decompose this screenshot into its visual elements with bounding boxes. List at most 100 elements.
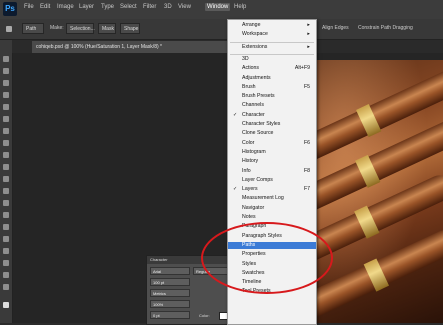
menu-help[interactable]: Help (232, 3, 248, 11)
window-menu-item-brush[interactable]: Brush F5 (228, 84, 316, 91)
submenu-arrow-icon: ▸ (307, 22, 310, 28)
window-menu-item-notes[interactable]: Notes (228, 214, 316, 221)
path-select-tool-icon[interactable] (3, 248, 9, 254)
constrain-path-checkbox[interactable]: Constrain Path Dragging (358, 25, 413, 31)
menu-item-label: Layer Comps (242, 176, 273, 183)
window-menu-item-layer-comps[interactable]: Layer Comps (228, 177, 316, 184)
menu-item-label: Brush Presets (242, 93, 275, 100)
window-menu-item-brush-presets[interactable]: Brush Presets (228, 93, 316, 100)
window-menu-item-channels[interactable]: Channels (228, 102, 316, 109)
window-menu-item-arrange[interactable]: Arrange ▸ (228, 22, 316, 29)
window-menu-item-histogram[interactable]: Histogram (228, 149, 316, 156)
menu-item-label: Navigator (242, 204, 265, 211)
annotation-circle (201, 222, 333, 294)
window-menu-item-color[interactable]: Color F6 (228, 140, 316, 147)
menu-3d[interactable]: 3D (162, 3, 174, 11)
hand-tool-icon[interactable] (3, 272, 9, 278)
menu-separator (230, 53, 314, 55)
crop-tool-icon[interactable] (3, 104, 9, 110)
zoom-tool-icon[interactable] (3, 284, 9, 290)
brush-tool-icon[interactable] (3, 140, 9, 146)
vertical-scale-input[interactable]: 100% (150, 300, 190, 308)
kerning-select[interactable]: Metrics (150, 289, 190, 297)
menu-item-label: Measurement Log (242, 195, 284, 202)
menu-item-label: History (242, 158, 259, 165)
quick-select-tool-icon[interactable] (3, 92, 9, 98)
menu-separator (230, 41, 314, 43)
document-tab[interactable]: cohiqeb.psd @ 100% (Hue/Saturation 1, La… (32, 41, 237, 53)
menu-item-label: Adjustments (242, 74, 271, 81)
menu-item-label: Info (242, 167, 251, 174)
lasso-tool-icon[interactable] (3, 80, 9, 86)
menu-image[interactable]: Image (55, 3, 76, 11)
window-menu-item-history[interactable]: History (228, 158, 316, 165)
menu-shortcut: F8 (303, 167, 310, 174)
font-size-input[interactable]: 100 pt (150, 278, 190, 286)
window-menu-item-measurement-log[interactable]: Measurement Log (228, 195, 316, 202)
type-tool-icon[interactable] (3, 236, 9, 242)
clone-stamp-tool-icon[interactable] (3, 152, 9, 158)
window-menu-item-layers[interactable]: Layers ✓ F7 (228, 186, 316, 193)
checkmark-icon: ✓ (233, 186, 238, 193)
menu-view[interactable]: View (176, 3, 193, 11)
menu-item-label: Notes (242, 214, 256, 220)
menu-item-label: Histogram (242, 148, 266, 155)
menu-window[interactable]: Window (205, 3, 231, 11)
menu-layer[interactable]: Layer (77, 3, 96, 11)
submenu-arrow-icon: ▸ (307, 31, 310, 38)
marquee-tool-icon[interactable] (3, 68, 9, 74)
menu-shortcut: F6 (303, 139, 310, 146)
menu-shortcut: Alt+F9 (294, 65, 310, 72)
dodge-tool-icon[interactable] (3, 212, 9, 218)
window-menu-item-navigator[interactable]: Navigator (228, 205, 316, 212)
menu-shortcut: F5 (303, 83, 310, 90)
window-menu-item-info[interactable]: Info F8 (228, 168, 316, 175)
window-menu-item-extensions[interactable]: Extensions ▸ (228, 44, 316, 51)
window-menu-item-adjustments[interactable]: Adjustments (228, 75, 316, 82)
eyedropper-tool-icon[interactable] (3, 116, 9, 122)
menu-item-label: Character (242, 111, 265, 118)
make-shape-button[interactable]: Shape (120, 23, 140, 34)
eraser-tool-icon[interactable] (3, 176, 9, 182)
menu-item-label: Actions (242, 65, 260, 72)
window-menu-item-clone-source[interactable]: Clone Source (228, 130, 316, 137)
history-brush-tool-icon[interactable] (3, 164, 9, 170)
foreground-color-swatch[interactable] (3, 302, 9, 308)
submenu-arrow-icon: ▸ (307, 43, 310, 50)
window-menu-item-3d[interactable]: 3D (228, 56, 316, 63)
make-selection-button[interactable]: Selection... (66, 23, 95, 34)
blur-tool-icon[interactable] (3, 200, 9, 206)
gradient-tool-icon[interactable] (3, 188, 9, 194)
menu-item-label: 3D (242, 55, 249, 62)
menu-file[interactable]: File (22, 3, 36, 11)
pen-tool-icon[interactable] (3, 224, 9, 230)
menu-edit[interactable]: Edit (38, 3, 52, 11)
menu-item-label: Character Styles (242, 121, 281, 127)
menu-item-label: Workspace (242, 31, 268, 38)
healing-tool-icon[interactable] (3, 128, 9, 134)
menu-item-label: Clone Source (242, 130, 274, 137)
shape-tool-icon[interactable] (3, 260, 9, 266)
menu-item-label: Arrange (242, 22, 261, 28)
photoshop-logo-icon: Ps (3, 2, 17, 16)
move-tool-icon[interactable] (3, 56, 9, 62)
menu-item-label: Brush (242, 83, 256, 90)
baseline-shift-input[interactable]: 0 pt (150, 311, 190, 319)
cigar-photo (300, 60, 443, 323)
menu-item-label: Color (242, 139, 255, 146)
checkmark-icon: ✓ (233, 111, 238, 118)
make-label: Make: (50, 25, 64, 31)
window-menu-item-workspace[interactable]: Workspace ▸ (228, 31, 316, 38)
font-family-select[interactable]: Arial (150, 267, 190, 275)
window-menu-item-actions[interactable]: Actions Alt+F9 (228, 65, 316, 72)
path-mode-select[interactable]: Path (22, 23, 44, 34)
pen-tool-icon[interactable] (6, 26, 12, 32)
window-menu-item-character[interactable]: Character ✓ (228, 112, 316, 119)
menu-type[interactable]: Type (99, 3, 116, 11)
menu-filter[interactable]: Filter (141, 3, 158, 11)
menu-item-label: Extensions (242, 43, 268, 50)
align-edges-checkbox[interactable]: Align Edges (322, 25, 349, 31)
window-menu-item-character-styles[interactable]: Character Styles (228, 121, 316, 128)
make-mask-button[interactable]: Mask (98, 23, 116, 34)
menu-select[interactable]: Select (118, 3, 139, 11)
